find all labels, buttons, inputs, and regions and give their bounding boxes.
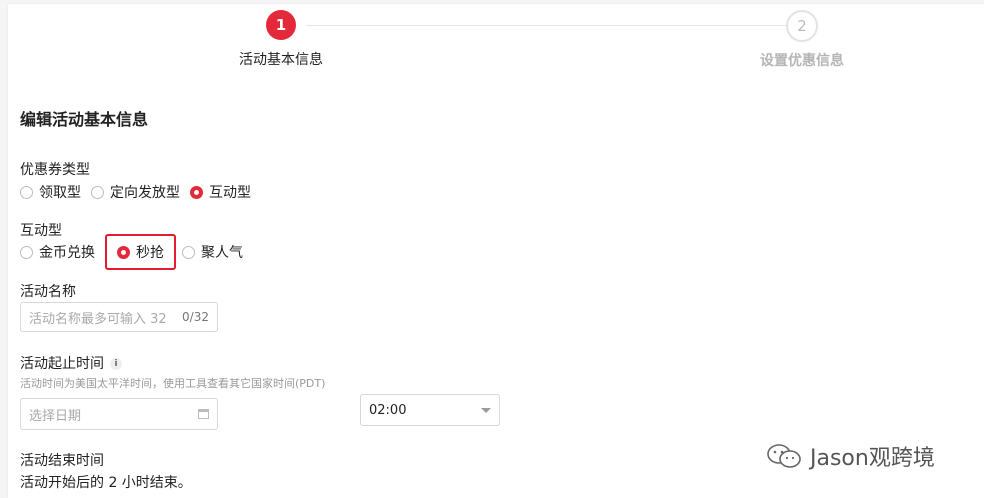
date-picker-input[interactable]: 选择日期 [20, 398, 218, 430]
radio-interactive[interactable]: 互动型 [190, 182, 251, 202]
step-1[interactable]: 1 活动基本信息 [226, 10, 336, 69]
step-2-circle: 2 [786, 10, 818, 42]
watermark-text: Jason观跨境 [810, 446, 935, 471]
calendar-icon [198, 409, 209, 419]
interactive-type-radio-group: 金币兑换 秒抢 聚人气 [20, 234, 253, 270]
radio-interactive-label: 互动型 [209, 185, 251, 201]
timezone-hint: 活动时间为美国太平洋时间，使用工具查看其它国家时间(PDT) [20, 377, 326, 390]
radio-claim-label: 领取型 [39, 185, 81, 201]
radio-popularity-dot [182, 245, 195, 259]
radio-coin-exchange[interactable]: 金币兑换 [20, 242, 95, 262]
radio-claim-dot [20, 185, 33, 199]
watermark: Jason观跨境 [766, 440, 935, 472]
info-icon[interactable]: i [110, 358, 122, 370]
radio-claim[interactable]: 领取型 [20, 182, 81, 202]
radio-targeted[interactable]: 定向发放型 [91, 182, 180, 202]
end-time-value: 活动开始后的 2 小时结束。 [20, 475, 192, 491]
time-select-value: 02:00 [369, 402, 407, 418]
start-time-label: 活动起止时间 [20, 356, 104, 372]
time-select[interactable]: 02:00 [360, 394, 500, 426]
end-time-label: 活动结束时间 [20, 453, 104, 469]
activity-name-input[interactable]: 活动名称最多可输入 32 0/32 [20, 302, 218, 332]
activity-name-placeholder: 活动名称最多可输入 32 [29, 311, 167, 327]
step-2[interactable]: 2 设置优惠信息 [742, 10, 862, 70]
wechat-icon [767, 444, 801, 468]
activity-name-label: 活动名称 [20, 284, 76, 300]
radio-flash-grab[interactable]: 秒抢 [105, 234, 176, 270]
step-1-label: 活动基本信息 [239, 52, 323, 68]
coupon-type-radio-group: 领取型 定向发放型 互动型 [20, 182, 261, 202]
radio-targeted-dot [91, 185, 104, 199]
step-2-label: 设置优惠信息 [760, 53, 844, 69]
radio-flash-grab-dot [117, 245, 130, 259]
radio-coin-exchange-dot [20, 245, 33, 259]
radio-coin-exchange-label: 金币兑换 [39, 245, 95, 261]
date-placeholder: 选择日期 [29, 408, 82, 424]
start-time-label-row: 活动起止时间 i [20, 353, 122, 373]
radio-popularity[interactable]: 聚人气 [182, 242, 243, 262]
radio-interactive-dot [190, 185, 203, 199]
chevron-down-icon [481, 407, 491, 413]
radio-targeted-label: 定向发放型 [110, 185, 180, 201]
section-title: 编辑活动基本信息 [20, 110, 149, 129]
coupon-type-label: 优惠券类型 [20, 162, 90, 178]
stepper-line [306, 25, 788, 26]
radio-popularity-label: 聚人气 [201, 245, 243, 261]
step-1-circle: 1 [266, 10, 296, 40]
activity-name-counter: 0/32 [182, 310, 209, 324]
radio-flash-grab-label: 秒抢 [136, 245, 164, 261]
